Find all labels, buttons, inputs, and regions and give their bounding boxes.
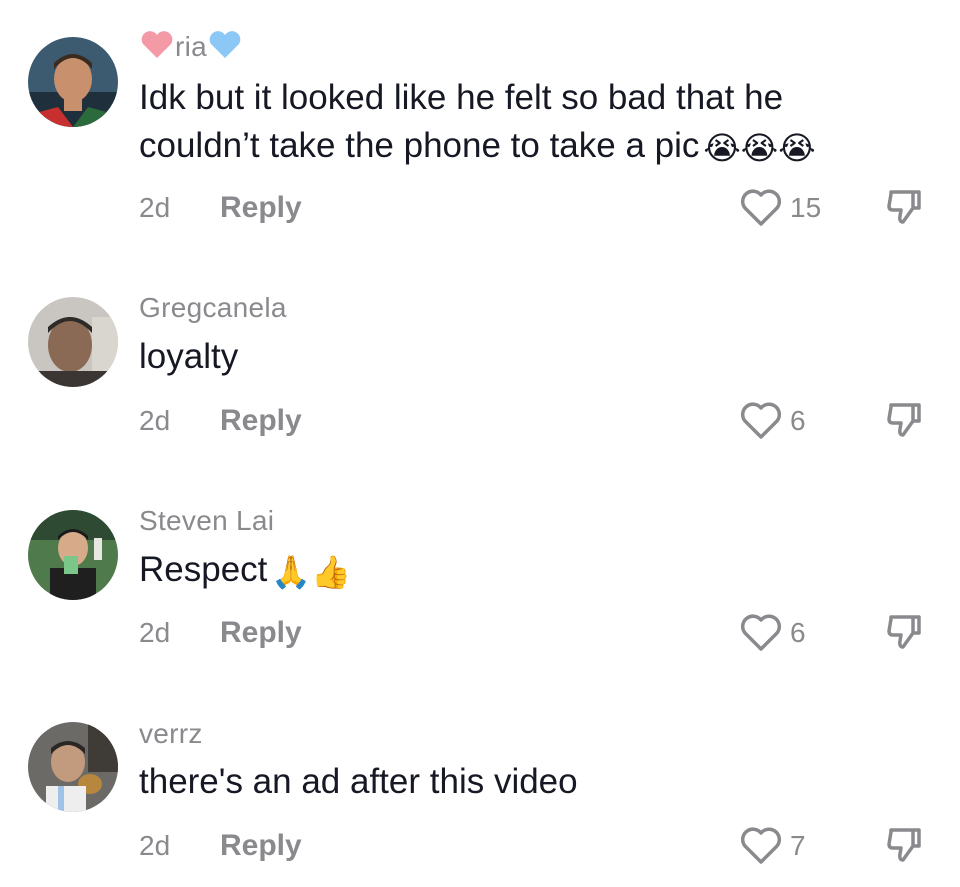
heart-outline-icon[interactable] [740, 614, 782, 652]
comment-username[interactable]: ria [139, 30, 243, 67]
heart-outline-icon[interactable] [740, 189, 782, 227]
thumbs-down-icon[interactable] [885, 401, 923, 441]
username-text: ria [175, 30, 208, 62]
comment-text: there's an ad after this video [139, 762, 578, 801]
comment-time: 2d [139, 617, 171, 648]
comment-username[interactable]: Gregcanela [139, 292, 287, 324]
avatar[interactable] [28, 510, 118, 600]
thumbs-down-icon[interactable] [885, 613, 923, 653]
comment-username[interactable]: Steven Lai [139, 505, 274, 537]
comment-text-line: couldn’t take the phone to take a pic 😭😭😭 [139, 122, 816, 172]
thumbs-down-icon[interactable] [885, 188, 923, 228]
blue-heart-icon [207, 30, 243, 67]
reply-button[interactable]: Reply [220, 405, 302, 437]
thumbs-down-icon[interactable] [885, 826, 923, 866]
reply-button[interactable]: Reply [220, 192, 302, 224]
avatar[interactable] [28, 722, 118, 812]
like-count: 6 [790, 405, 806, 436]
comment-time: 2d [139, 192, 171, 223]
like-count: 7 [790, 830, 806, 861]
heart-outline-icon[interactable] [740, 402, 782, 440]
comment-text-line: Idk but it looked like he felt so bad th… [139, 78, 784, 117]
emoji: 😭😭😭 [703, 129, 816, 166]
reply-button[interactable]: Reply [220, 617, 302, 649]
heart-outline-icon[interactable] [740, 827, 782, 865]
comment-text-main: Respect [139, 550, 268, 589]
comment-text-line2: couldn’t take the phone to take a pic [139, 126, 700, 165]
comment-time: 2d [139, 830, 171, 861]
reply-button[interactable]: Reply [220, 830, 302, 862]
comment-text: Idk but it looked like he felt so bad th… [139, 74, 816, 172]
pink-heart-icon [139, 30, 175, 67]
comment-time: 2d [139, 405, 171, 436]
avatar[interactable] [28, 37, 118, 127]
comment-text: Respect 🙏👍 [139, 546, 351, 596]
like-count: 6 [790, 617, 806, 648]
comment-username[interactable]: verrz [139, 718, 203, 750]
avatar[interactable] [28, 297, 118, 387]
emoji: 🙏👍 [271, 553, 352, 590]
comment-text: loyalty [139, 337, 239, 376]
like-count: 15 [790, 192, 822, 223]
